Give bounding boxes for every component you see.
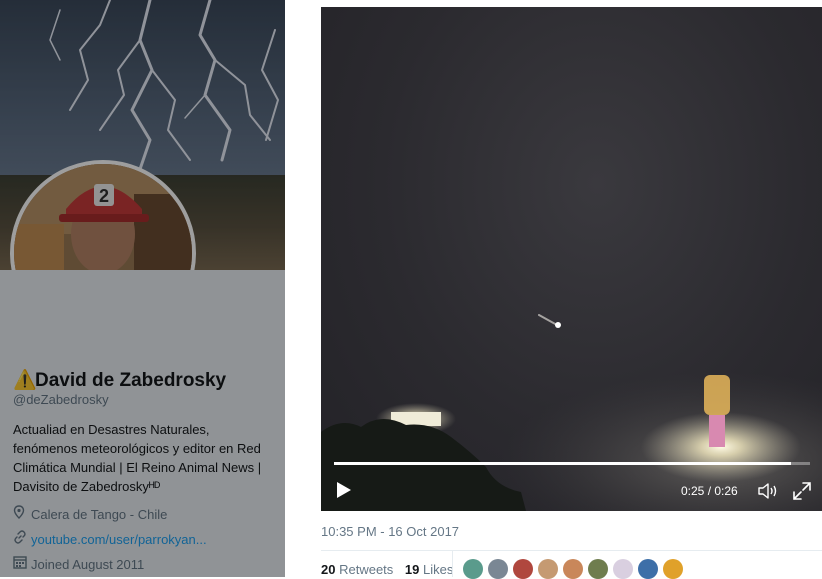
fullscreen-icon (793, 482, 811, 500)
liker-avatar[interactable] (638, 559, 658, 579)
video-progress-bar[interactable] (334, 462, 810, 465)
liker-avatar[interactable] (588, 559, 608, 579)
likes-label: Likes (423, 562, 454, 577)
liker-avatars (463, 559, 688, 579)
liker-avatar[interactable] (488, 559, 508, 579)
liker-avatar[interactable] (563, 559, 583, 579)
liker-avatar[interactable] (463, 559, 483, 579)
liker-avatar[interactable] (513, 559, 533, 579)
retweets-count: 20 (321, 562, 336, 577)
profile-card: 2 ⚠️David de Zabedrosky @deZabedrosky Ac… (0, 0, 285, 577)
likes-stat[interactable]: 19 Likes (405, 562, 453, 577)
volume-button[interactable] (757, 481, 779, 501)
fullscreen-button[interactable] (792, 481, 812, 501)
video-progress-fill (334, 462, 791, 465)
tweet-stats: 20 Retweets 19 Likes (321, 562, 453, 577)
play-button[interactable] (335, 480, 353, 500)
stats-separator (452, 551, 453, 577)
modal-overlay[interactable] (0, 0, 285, 577)
retweets-stat[interactable]: 20 Retweets (321, 562, 393, 577)
night-sky-video-frame (321, 314, 822, 511)
liker-avatar[interactable] (663, 559, 683, 579)
liker-avatar[interactable] (538, 559, 558, 579)
video-player[interactable]: 0:25 / 0:26 (321, 7, 822, 511)
likes-count: 19 (404, 562, 420, 577)
tweet-timestamp[interactable]: 10:35 PM - 16 Oct 2017 (321, 524, 459, 539)
play-icon (337, 482, 351, 498)
stats-divider (321, 550, 822, 551)
video-time: 0:25 / 0:26 (681, 484, 738, 498)
retweets-label: Retweets (339, 562, 394, 577)
liker-avatar[interactable] (613, 559, 633, 579)
volume-icon (758, 483, 777, 499)
